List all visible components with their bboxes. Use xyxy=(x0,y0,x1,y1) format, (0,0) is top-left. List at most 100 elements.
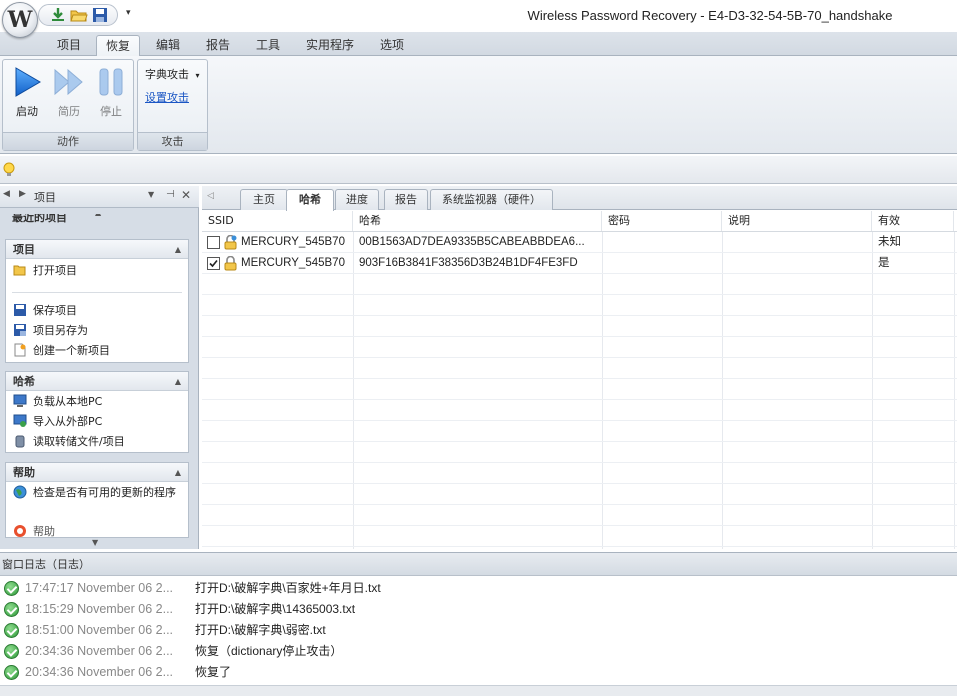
cell-note xyxy=(722,232,872,253)
action-group-label: 动作 xyxy=(3,132,133,150)
setup-attack-link[interactable]: 设置攻击 xyxy=(145,89,189,105)
cell-hash: 903F16B3841F38356D3B24B1DF4FE3FD xyxy=(359,257,578,269)
checkmark-icon xyxy=(209,259,218,268)
hash-section: 哈希 ▲ 负载从本地PC 导入从外部PC 读取转储文件/项目 xyxy=(5,371,189,453)
new-project-item[interactable]: 创建一个新项目 xyxy=(13,342,110,360)
lightbulb-icon[interactable] xyxy=(2,162,16,178)
log-entry[interactable]: 18:15:29 November 06 2... 打开D:\破解字典\1436… xyxy=(0,599,957,620)
open-folder-icon xyxy=(13,265,26,276)
hash-section-header[interactable]: 哈希 ▲ xyxy=(6,372,188,391)
stop-button[interactable]: 停止 xyxy=(91,64,131,118)
table-row[interactable]: MERCURY_545B70 00B1563AD7DEA9335B5CABEAB… xyxy=(202,232,957,253)
empty-row xyxy=(202,400,957,421)
open-folder-icon[interactable] xyxy=(70,7,88,23)
empty-row xyxy=(202,358,957,379)
open-project-label: 打开项目 xyxy=(33,264,77,277)
horizontal-scrollbar[interactable] xyxy=(0,685,957,696)
collapse-icon[interactable]: ▲ xyxy=(175,372,181,391)
success-check-icon xyxy=(4,602,19,617)
scroll-down-icon[interactable]: ▼ xyxy=(92,538,98,547)
recent-projects-title: 最近的项目 xyxy=(12,214,67,224)
ribbon-panel: 启动 简历 停止 动作 字典攻击 ▾ 设置攻击 攻击 xyxy=(0,56,957,154)
log-entry[interactable]: 20:34:36 November 06 2... 恢复（dictionary停… xyxy=(0,641,957,662)
tab-progress[interactable]: 进度 xyxy=(335,189,379,210)
close-icon[interactable]: ✕ xyxy=(181,188,191,202)
recent-projects-section[interactable]: 最近的项目 ▲ xyxy=(5,214,189,224)
load-local-pc-item[interactable]: 负载从本地PC xyxy=(13,393,102,411)
cell-note xyxy=(722,253,872,274)
project-section: 项目 ▲ 打开项目 保存项目 项目另存为 创建一个新项目 xyxy=(5,239,189,363)
log-message: 打开D:\破解字典\14365003.txt xyxy=(195,602,356,616)
check-updates-item[interactable]: 检查是否有可用的更新的程序 xyxy=(13,484,176,502)
scroll-up-icon[interactable]: ▲ xyxy=(95,214,101,217)
log-timestamp: 17:47:17 November 06 2... xyxy=(25,581,174,595)
column-header-hash[interactable]: 哈希 xyxy=(353,211,602,231)
save-project-as-label: 项目另存为 xyxy=(33,324,88,337)
app-logo: W xyxy=(7,7,33,33)
tab-edit[interactable]: 编辑 xyxy=(148,35,188,57)
ribbon-tab-bar: 项目 恢复 编辑 报告 工具 实用程序 选项 xyxy=(0,32,957,57)
database-icon xyxy=(15,435,25,448)
collapse-icon[interactable]: ▲ xyxy=(175,463,181,482)
start-button[interactable]: 启动 xyxy=(7,64,47,118)
pin-icon[interactable]: ⊣ xyxy=(166,189,175,200)
tab-utilities[interactable]: 实用程序 xyxy=(298,35,362,57)
help-section: 帮助 ▲ 检查是否有可用的更新的程序 帮助 xyxy=(5,462,189,538)
collapse-icon[interactable]: ▲ xyxy=(175,240,181,259)
save-project-item[interactable]: 保存项目 xyxy=(13,302,77,320)
tab-report[interactable]: 报告 xyxy=(198,35,238,57)
globe-icon xyxy=(13,485,27,499)
row-checkbox[interactable] xyxy=(207,257,220,270)
tab-report[interactable]: 报告 xyxy=(384,189,428,210)
cell-ssid: MERCURY_545B70 xyxy=(241,257,345,269)
cell-password xyxy=(602,253,722,274)
help-section-header[interactable]: 帮助 ▲ xyxy=(6,463,188,482)
help-item[interactable]: 帮助 xyxy=(13,523,55,537)
log-timestamp: 18:51:00 November 06 2... xyxy=(25,623,174,637)
tab-recovery[interactable]: 恢复 xyxy=(96,35,140,57)
tab-home[interactable]: 主页 xyxy=(240,189,288,210)
scroll-left-icon[interactable]: ◁ xyxy=(207,191,214,201)
qat-customize-icon[interactable]: ▾ xyxy=(126,8,136,20)
project-section-header[interactable]: 项目 ▲ xyxy=(6,240,188,259)
log-entry[interactable]: 20:34:36 November 06 2... 恢复了 xyxy=(0,662,957,683)
forward-arrow-icon[interactable]: ▶ xyxy=(19,189,26,199)
import-remote-pc-item[interactable]: 导入从外部PC xyxy=(13,413,102,431)
column-header-valid[interactable]: 有效 xyxy=(872,211,954,231)
log-list: 17:47:17 November 06 2... 打开D:\破解字典\百家姓+… xyxy=(0,577,957,684)
import-remote-pc-label: 导入从外部PC xyxy=(33,415,103,428)
row-checkbox[interactable] xyxy=(207,236,220,249)
attack-type-dropdown[interactable]: 字典攻击 ▾ xyxy=(145,66,200,82)
tab-tools[interactable]: 工具 xyxy=(248,35,288,57)
pause-icon xyxy=(99,68,123,96)
column-header-ssid[interactable]: SSID xyxy=(202,211,353,231)
play-icon xyxy=(15,67,41,97)
tab-system-monitor[interactable]: 系统监视器（硬件） xyxy=(430,189,553,210)
read-dump-file-item[interactable]: 读取转储文件/项目 xyxy=(13,433,125,451)
open-project-item[interactable]: 打开项目 xyxy=(13,262,77,280)
resume-button[interactable]: 简历 xyxy=(49,64,89,118)
column-header-password[interactable]: 密码 xyxy=(602,211,722,231)
save-icon[interactable] xyxy=(91,7,109,23)
panel-menu-icon[interactable]: ▼ xyxy=(148,190,154,199)
tab-project[interactable]: 项目 xyxy=(50,35,88,57)
document-tab-strip: ◁ 主页 哈希 进度 报告 系统监视器（硬件） xyxy=(202,186,957,211)
save-project-as-item[interactable]: 项目另存为 xyxy=(13,322,88,340)
log-timestamp: 18:15:29 November 06 2... xyxy=(25,602,174,616)
app-menu-button[interactable]: W xyxy=(2,2,38,38)
empty-row xyxy=(202,379,957,400)
load-local-pc-label: 负载从本地PC xyxy=(33,395,103,408)
log-entry[interactable]: 18:51:00 November 06 2... 打开D:\破解字典\弱密.t… xyxy=(0,620,957,641)
back-arrow-icon[interactable]: ◀ xyxy=(3,189,10,199)
log-entry[interactable]: 17:47:17 November 06 2... 打开D:\破解字典\百家姓+… xyxy=(0,578,957,599)
column-header-note[interactable]: 说明 xyxy=(722,211,872,231)
empty-row xyxy=(202,337,957,358)
check-updates-label: 检查是否有可用的更新的程序 xyxy=(33,486,176,499)
log-timestamp: 20:34:36 November 06 2... xyxy=(25,644,174,658)
divider xyxy=(12,292,182,293)
download-icon[interactable] xyxy=(49,7,67,23)
cell-valid: 是 xyxy=(878,257,890,269)
table-row[interactable]: MERCURY_545B70 903F16B3841F38356D3B24B1D… xyxy=(202,253,957,274)
tab-options[interactable]: 选项 xyxy=(372,35,412,57)
tab-hash[interactable]: 哈希 xyxy=(286,189,334,211)
